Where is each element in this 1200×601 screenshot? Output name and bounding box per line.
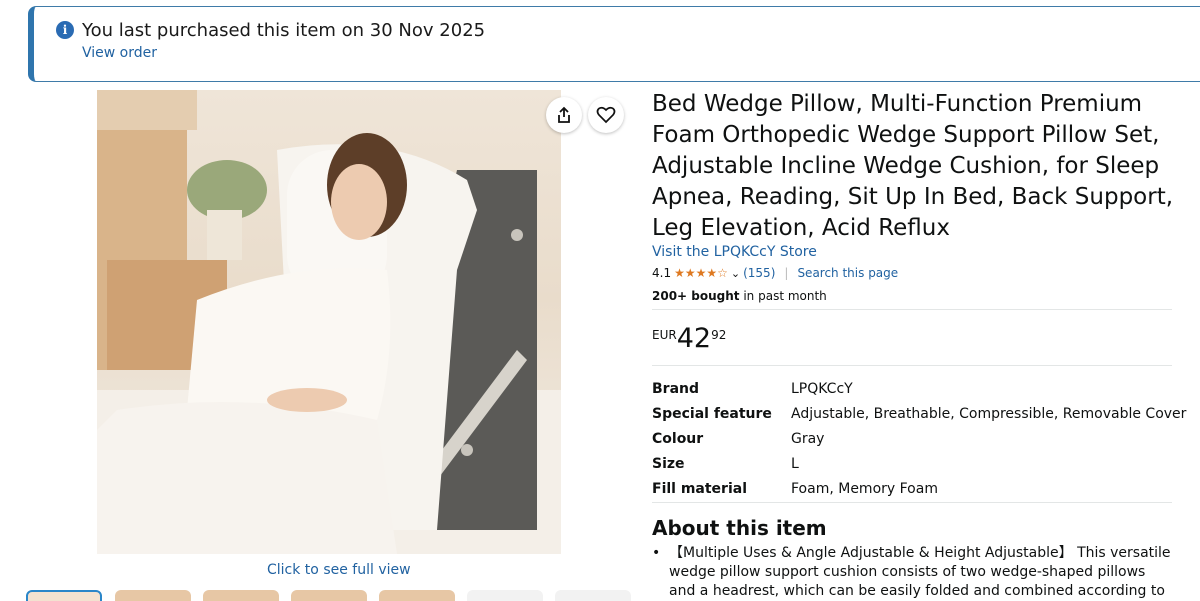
specs-table: Brand LPQKCcY Special feature Adjustable… [652, 376, 1186, 501]
price-currency: EUR [652, 328, 677, 342]
divider [652, 365, 1172, 366]
store-link[interactable]: Visit the LPQKCcY Store [652, 244, 817, 260]
spec-value: Adjustable, Breathable, Compressible, Re… [791, 405, 1187, 422]
thumbnail[interactable] [115, 590, 191, 601]
spec-value: LPQKCcY [791, 380, 853, 397]
spec-row: Size L [652, 451, 1186, 476]
spec-row: Colour Gray [652, 426, 1186, 451]
about-title: About this item [652, 516, 827, 540]
rating-value: 4.1 [652, 266, 672, 280]
thumbnail-strip [26, 590, 636, 601]
spec-label: Brand [652, 380, 700, 397]
heart-icon [596, 106, 616, 124]
thumbnail[interactable] [203, 590, 279, 601]
rating-row: 4.1 ★★★★☆ ⌄ (155) | Search this page [652, 266, 898, 280]
spec-label: Special feature [652, 405, 772, 422]
spec-label: Colour [652, 430, 704, 447]
spec-value: Gray [791, 430, 825, 447]
chevron-down-icon[interactable]: ⌄ [731, 267, 740, 280]
divider [652, 309, 1172, 310]
thumbnail[interactable] [291, 590, 367, 601]
bought-count-rest: in past month [739, 289, 827, 303]
about-bullet: 【Multiple Uses & Angle Adjustable & Heig… [652, 544, 1172, 601]
notice-message: You last purchased this item on 30 Nov 2… [82, 20, 486, 41]
price-fraction: 92 [711, 328, 727, 342]
price-whole: 42 [676, 323, 712, 354]
spec-value: L [791, 455, 799, 472]
divider [652, 502, 1172, 503]
search-page-link[interactable]: Search this page [797, 266, 898, 280]
spec-row: Brand LPQKCcY [652, 376, 1186, 401]
product-main-image[interactable] [97, 90, 561, 554]
product-title: Bed Wedge Pillow, Multi-Function Premium… [652, 91, 1174, 241]
product-photo [97, 90, 561, 554]
share-button[interactable] [546, 97, 582, 133]
view-order-link[interactable]: View order [82, 45, 157, 61]
bought-count: 200+ bought in past month [652, 289, 827, 303]
purchase-notice: i You last purchased this item on 30 Nov… [28, 6, 1200, 82]
price: EUR 42 92 [652, 322, 726, 356]
share-icon [558, 106, 570, 123]
spec-row: Special feature Adjustable, Breathable, … [652, 401, 1186, 426]
spec-label: Size [652, 455, 685, 472]
spec-row: Fill material Foam, Memory Foam [652, 476, 1186, 501]
separator: | [784, 266, 789, 280]
spec-label: Fill material [652, 480, 748, 497]
favorite-button[interactable] [588, 97, 624, 133]
star-rating-icon[interactable]: ★★★★☆ [674, 266, 728, 280]
spec-value: Foam, Memory Foam [791, 480, 938, 497]
thumbnail[interactable] [467, 590, 543, 601]
info-icon: i [56, 21, 74, 39]
thumbnail[interactable] [379, 590, 455, 601]
rating-count-link[interactable]: (155) [743, 266, 775, 280]
bought-count-bold: 200+ bought [652, 289, 740, 303]
thumbnail[interactable] [555, 590, 631, 601]
full-view-caption[interactable]: Click to see full view [267, 562, 411, 578]
thumbnail[interactable] [26, 590, 102, 601]
